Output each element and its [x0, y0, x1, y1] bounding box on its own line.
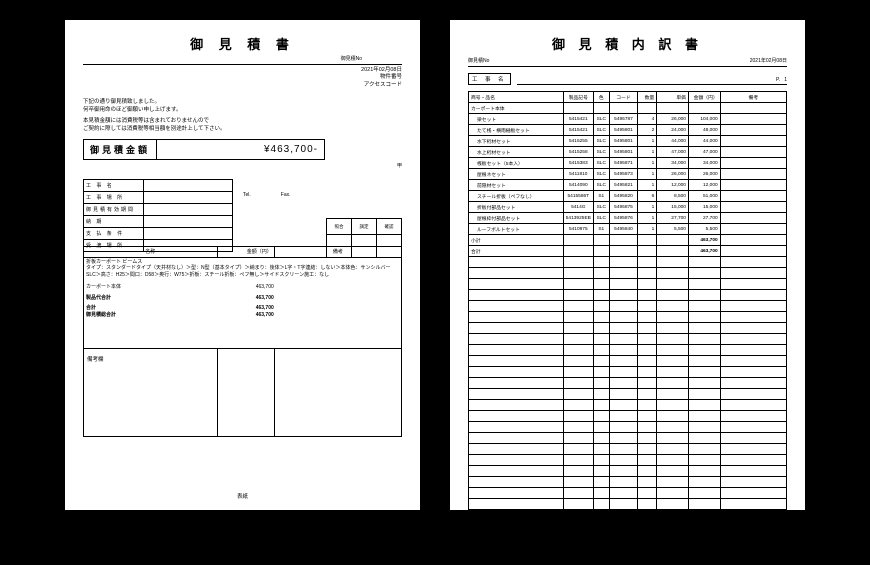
amount-value: ¥463,700- [157, 141, 324, 158]
empty-row [469, 521, 787, 532]
page2-title: 御 見 積 内 訳 書 [468, 34, 787, 53]
empty-row [469, 312, 787, 323]
tel-label: Tel. [243, 192, 251, 198]
page1-title: 御 見 積 書 [83, 34, 402, 53]
phone-fax-row: Tel. Fax. [243, 192, 402, 198]
approval-stamps: 照合 調定 確認 [326, 218, 402, 258]
page-number: P. 1 [776, 77, 787, 83]
meta-block: 2021年02月08日 物件番号 アクセスコード [361, 67, 402, 89]
empty-row [469, 422, 787, 433]
empty-row [469, 268, 787, 279]
empty-row [469, 334, 787, 345]
detail-row: 屋根ネセット5411810SLC5495873126,00026,000 [469, 169, 787, 180]
empty-row [469, 499, 787, 510]
empty-row [469, 411, 787, 422]
empty-row [469, 389, 787, 400]
empty-row [469, 290, 787, 301]
detail-row: ルーフボルトセット5410975S1549584015,5005,500 [469, 224, 787, 235]
specification-cell: 折板カーポート ビームス タイプ：スタンダードタイプ（天井材なし）＞型：N型（基… [84, 257, 402, 348]
koji-label: 工 事 名 [468, 73, 511, 85]
detail-row: 水上桁材セット5415258SLC5495801147,00047,000 [469, 147, 787, 158]
detail-row: 桟板セット（5本入）5415383SLC5495871134,00034,000 [469, 158, 787, 169]
detail-row: 前隠材セット5414090SLC5495821112,00012,000 [469, 180, 787, 191]
empty-row [469, 378, 787, 389]
total-amount-box: 御見積金額 ¥463,700- [83, 139, 325, 160]
empty-row [469, 345, 787, 356]
empty-row [469, 433, 787, 444]
koji-line: P. 1 [517, 73, 787, 85]
estimate-no-label: 御見積No [83, 55, 402, 62]
empty-row [469, 554, 787, 565]
total-row: 合計463,700 [469, 246, 787, 257]
stamp-mark: 甲 [83, 162, 402, 169]
detail-row: 梁セット5415421SLC5495787426,000104,000 [469, 114, 787, 125]
empty-row [469, 455, 787, 466]
empty-row [469, 444, 787, 455]
empty-row [469, 477, 787, 488]
empty-row [469, 323, 787, 334]
divider [83, 64, 402, 65]
p2-date: 2021年02月08日 [750, 57, 787, 64]
fax-label: Fax. [281, 192, 291, 198]
detail-table: 商号・品名 製品記号 色 コード 数量 単価 金額（円） 備考 カーポート本体 … [468, 91, 787, 565]
subtotal-row: 小計463,700 [469, 235, 787, 246]
empty-row [469, 301, 787, 312]
detail-row: 屋根枠付部品セット5413925EBSLC5495876127,70027,70… [469, 213, 787, 224]
estimate-page-2: 御 見 積 内 訳 書 御見積No 2021年02月08日 工 事 名 P. 1… [450, 20, 805, 510]
access-code-label: アクセスコード [361, 82, 402, 89]
empty-row [469, 400, 787, 411]
note-label: 備考欄 [87, 355, 402, 363]
empty-row [469, 257, 787, 268]
estimate-summary-table: 名称 金額（円） 備考 折板カーポート ビームス タイプ：スタンダードタイプ（天… [83, 246, 402, 437]
property-no-label: 物件番号 [361, 74, 402, 81]
detail-row: 折板付部品セット5414GSLC5495875115,00015,000 [469, 202, 787, 213]
page1-footer: 表紙 [237, 492, 248, 500]
empty-row [469, 367, 787, 378]
project-info-table: 工 事 名 工 事 場 所 御見積有効期間 納 期 支 払 条 件 受 渡 場 … [83, 179, 233, 252]
empty-row [469, 543, 787, 554]
divider [468, 66, 787, 67]
detail-row: たて桟・横雨樋板セット5415421SLC5495801224,00048,00… [469, 125, 787, 136]
empty-row [469, 356, 787, 367]
detail-row: 水下桁材セット5415255SLC5495801144,00044,000 [469, 136, 787, 147]
section-row: カーポート本体 [469, 103, 787, 114]
estimate-page-1: 御 見 積 書 御見積No 2021年02月08日 物件番号 アクセスコード 下… [65, 20, 420, 510]
detail-row: スチール折板（ペフなし）5415586TS1549582068,50051,00… [469, 191, 787, 202]
amount-label: 御見積金額 [84, 140, 157, 159]
empty-row [469, 466, 787, 477]
empty-row [469, 279, 787, 290]
p2-estno-label: 御見積No [468, 57, 489, 64]
empty-row [469, 488, 787, 499]
empty-row [469, 532, 787, 543]
empty-row [469, 510, 787, 521]
intro-text: 下記の通り御見積致しました。 何卒御用命のほど御願い申し上げます。 本見積金額に… [83, 99, 402, 133]
